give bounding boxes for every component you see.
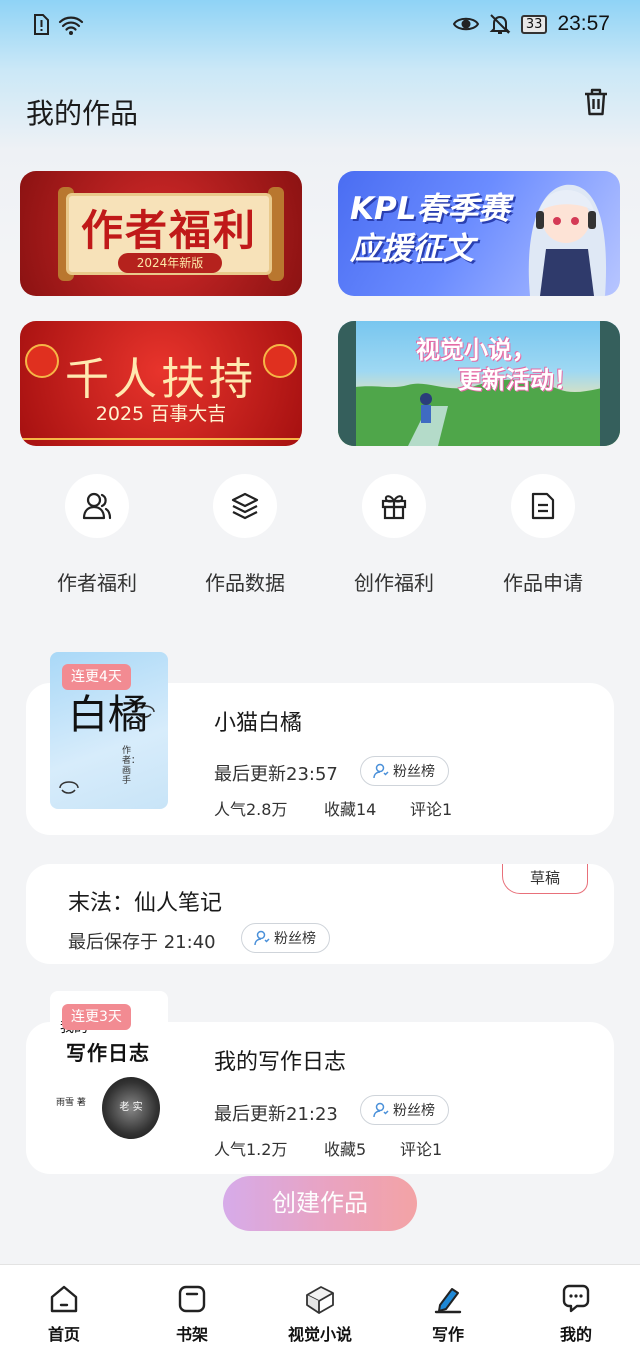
banner-thousand-support[interactable]: 千人扶持 2025 百事大吉: [20, 321, 302, 446]
fans-label: 粉丝榜: [274, 931, 316, 947]
fans-ranking-button[interactable]: 粉丝榜: [360, 756, 449, 786]
status-time: 23:57: [557, 12, 610, 35]
fans-label: 粉丝榜: [393, 764, 435, 780]
nav-label: 视觉小说: [287, 1325, 352, 1344]
banner-author-benefits[interactable]: 作者福利 2024年新版: [20, 171, 302, 296]
nav-write[interactable]: 写作: [384, 1265, 512, 1351]
quick-action-circle: [511, 474, 575, 538]
nav-mine[interactable]: 我的: [512, 1265, 640, 1351]
cover-author: 作者：画手: [122, 746, 141, 786]
quick-action-label: 创作福利: [354, 571, 434, 595]
banner-subtitle: 2025 百事大吉: [95, 403, 227, 425]
quick-action-circle: [362, 474, 426, 538]
fans-icon: [373, 1102, 389, 1118]
anime-girl-illustration: [528, 184, 607, 296]
write-icon: [434, 1288, 462, 1314]
quick-action-circle: [213, 474, 277, 538]
nav-home[interactable]: 首页: [0, 1265, 128, 1351]
banner-title: 千人扶持: [65, 354, 257, 405]
last-updated: 最后更新23:57: [214, 764, 338, 785]
meme-face-stamp: 老 实: [102, 1077, 160, 1139]
banner-tag: 2024年新版: [118, 253, 222, 273]
favorites-stat: 收藏14: [324, 800, 377, 819]
eye-icon: [452, 17, 479, 31]
document-icon: [531, 492, 555, 520]
popularity-stat: 人气1.2万: [214, 1140, 288, 1159]
quick-action-circle: [65, 474, 129, 538]
battery-indicator: 33: [520, 14, 548, 34]
status-left-icons: [32, 14, 84, 36]
author-icon: [82, 492, 112, 520]
nav-label: 我的: [559, 1325, 592, 1344]
fans-icon: [373, 763, 389, 779]
status-right-icons: 33 23:57: [452, 12, 610, 36]
comments-stat: 评论1: [410, 800, 453, 819]
draft-tag: 草稿: [502, 864, 588, 894]
nav-visual-novel[interactable]: 视觉小说: [256, 1265, 384, 1351]
page-title: 我的作品: [26, 97, 139, 130]
layers-icon: [231, 492, 259, 520]
favorites-stat: 收藏5: [324, 1140, 367, 1159]
fans-label: 粉丝榜: [393, 1103, 435, 1119]
status-bar: 33 23:57: [0, 0, 640, 56]
cover-title: 写作日志: [66, 1041, 150, 1065]
sim-alert-icon: [34, 14, 49, 35]
work-title: 小猫白橘: [214, 711, 303, 736]
mute-bell-icon: [489, 14, 511, 34]
nav-label: 书架: [175, 1325, 208, 1344]
quick-action-label: 作品申请: [503, 571, 583, 595]
comments-stat: 评论1: [400, 1140, 443, 1159]
nav-bookshelf[interactable]: 书架: [128, 1265, 256, 1351]
fans-icon: [254, 930, 270, 946]
visual-novel-icon: [306, 1286, 334, 1314]
streak-badge: 连更3天: [62, 1004, 131, 1030]
cover-author: 雨雪 著: [56, 1098, 86, 1108]
nav-label: 写作: [431, 1325, 464, 1344]
quick-action-label: 作者福利: [57, 571, 137, 595]
banner-title: 作者福利: [80, 206, 257, 255]
banner-kpl-essay[interactable]: KPL春季赛 应援征文: [338, 171, 620, 296]
quick-action-creation-benefits[interactable]: 创作福利: [329, 474, 459, 604]
quick-action-work-data[interactable]: 作品数据: [180, 474, 310, 604]
chat-icon: [562, 1284, 590, 1313]
quick-action-author-benefits[interactable]: 作者福利: [32, 474, 162, 604]
gift-icon: [381, 495, 407, 520]
banner-title: KPL春季赛 应援征文: [350, 191, 510, 267]
bookshelf-icon: [178, 1285, 206, 1313]
last-updated: 最后更新21:23: [214, 1104, 338, 1125]
streak-badge: 连更4天: [62, 664, 131, 690]
bottom-nav: 首页 书架 视觉小说 写作 我的: [0, 1264, 640, 1351]
work-title: 末法：仙人笔记: [68, 891, 223, 916]
banner-visual-novel-event[interactable]: 视觉小说， 更新活动！: [338, 321, 620, 446]
fans-ranking-button[interactable]: 粉丝榜: [360, 1095, 449, 1125]
home-icon: [50, 1285, 78, 1313]
create-work-button[interactable]: 创建作品: [223, 1176, 417, 1231]
wifi-icon: [58, 16, 84, 35]
popularity-stat: 人气2.8万: [214, 800, 288, 819]
last-saved: 最后保存于 21:40: [68, 932, 216, 953]
trash-icon[interactable]: [580, 86, 612, 118]
fans-ranking-button[interactable]: 粉丝榜: [241, 923, 330, 953]
quick-action-label: 作品数据: [205, 571, 285, 595]
nav-label: 首页: [47, 1325, 80, 1344]
work-title: 我的写作日志: [214, 1050, 347, 1075]
banner-title: 视觉小说， 更新活动！: [416, 336, 578, 394]
cover-title: 白橘: [68, 692, 148, 738]
quick-action-work-application[interactable]: 作品申请: [478, 474, 608, 604]
